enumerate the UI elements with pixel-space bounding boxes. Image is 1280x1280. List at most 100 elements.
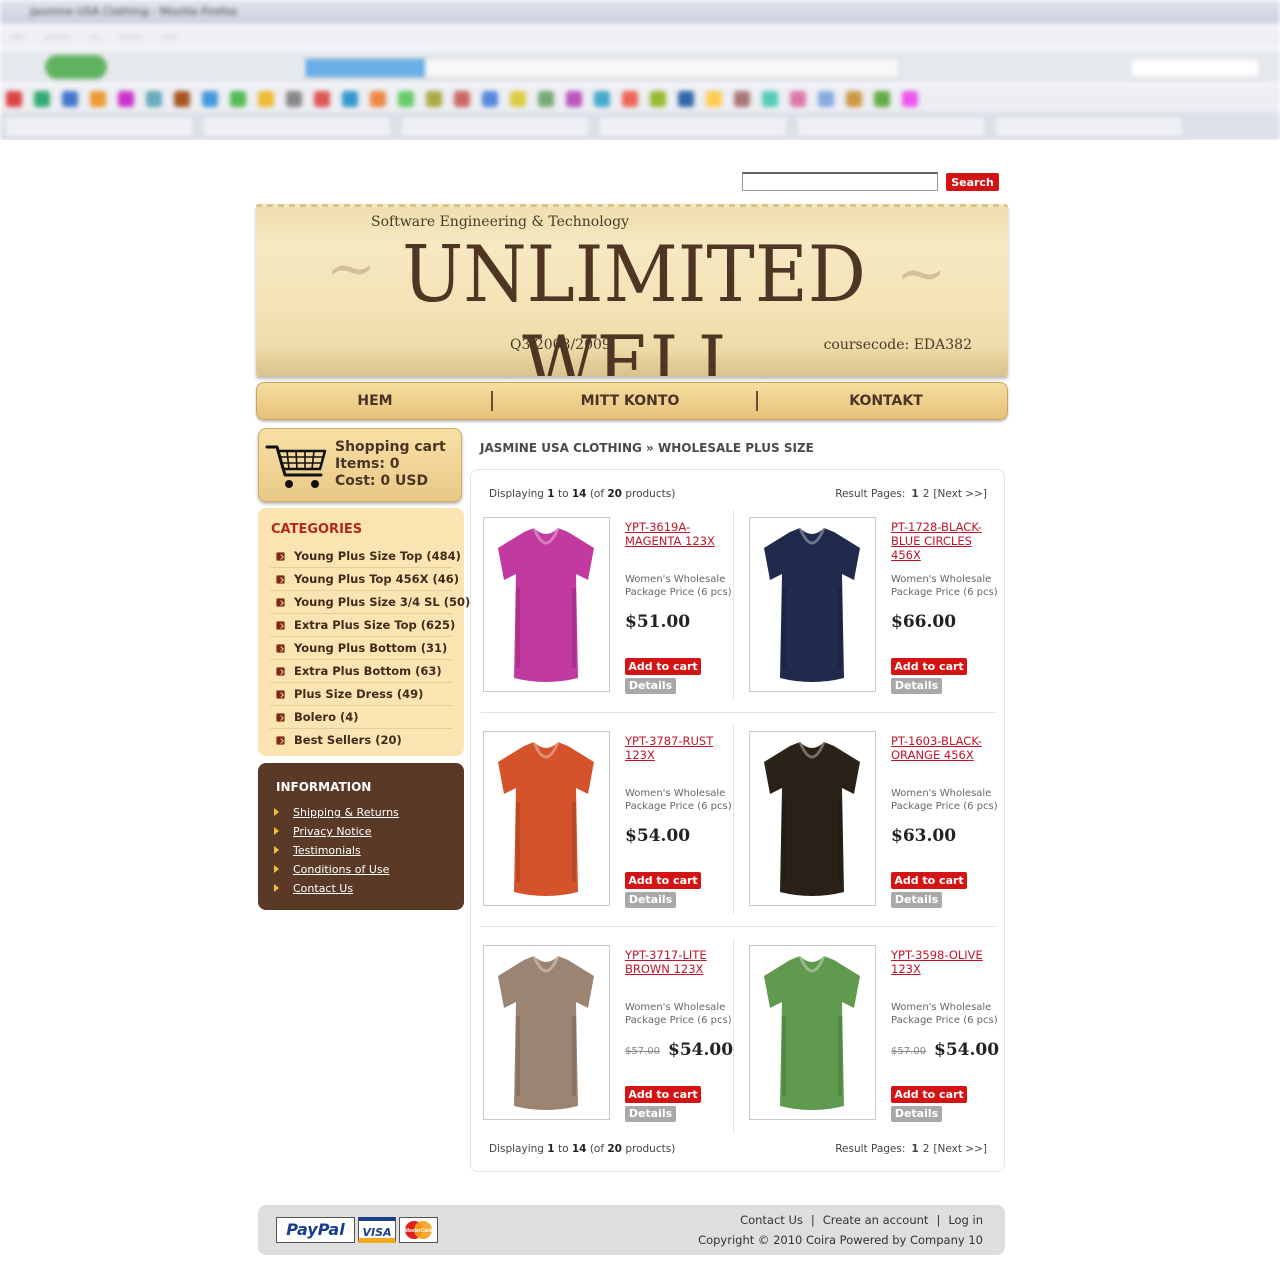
site-search: Search (742, 172, 1004, 192)
arrow-right-icon (274, 846, 279, 854)
visa-logo: VISA (358, 1217, 396, 1243)
link-contact-us[interactable]: Contact Us (293, 882, 353, 895)
browser-nav-bar (0, 50, 1280, 84)
product-price: $54.00 (625, 826, 691, 846)
category-item[interactable]: Bolero (4) (270, 706, 452, 729)
categories-box: CATEGORIES Young Plus Size Top (484) You… (258, 508, 470, 756)
category-item[interactable]: Extra Plus Bottom (63) (270, 660, 452, 683)
category-item[interactable]: Young Plus Top 456X (46) (270, 568, 459, 591)
category-label[interactable]: Young Plus Bottom (31) (294, 641, 447, 655)
product-description: Women's Wholesale Package Price (6 pcs) (625, 1002, 732, 1026)
product-image[interactable] (483, 945, 610, 1120)
product-old-price: $57.00 (891, 1046, 926, 1057)
arrow-right-icon (274, 827, 279, 835)
banner-course-code: coursecode: EDA382 (823, 337, 972, 353)
product-name-link[interactable]: PT-1728-BLACK-BLUE CIRCLES 456X (891, 520, 1001, 562)
nav-item-kontakt[interactable]: KONTAKT (777, 393, 995, 409)
category-item[interactable]: Young Plus Size 3/4 SL (50) (270, 591, 470, 614)
arrow-right-icon (274, 865, 279, 873)
row-divider (481, 926, 996, 927)
category-item[interactable]: Plus Size Dress (49) (270, 683, 452, 706)
product-image[interactable] (483, 731, 610, 906)
product-card: YPT-3787-RUST 123X Women's Wholesale Pac… (483, 731, 735, 908)
back-button[interactable] (45, 55, 107, 79)
product-name-link[interactable]: YPT-3717-LITE BROWN 123X (625, 948, 735, 976)
details-button[interactable]: Details (891, 678, 942, 694)
products-panel: Displaying 1 to 14 (of 20 products) Resu… (470, 469, 1005, 1172)
add-to-cart-button[interactable]: Add to cart (625, 658, 701, 675)
details-button[interactable]: Details (891, 892, 942, 908)
category-label[interactable]: Bolero (4) (294, 710, 359, 724)
bullet-icon (276, 575, 285, 584)
category-label[interactable]: Extra Plus Bottom (63) (294, 664, 442, 678)
category-item[interactable]: Young Plus Size Top (484) (270, 545, 461, 568)
category-label[interactable]: Extra Plus Size Top (625) (294, 618, 455, 632)
next-page-link[interactable]: [Next >>] (933, 488, 987, 500)
mastercard-logo: MasterCard (399, 1217, 438, 1243)
link-shipping-returns[interactable]: Shipping & Returns (293, 806, 399, 819)
add-to-cart-button[interactable]: Add to cart (625, 872, 701, 889)
paypal-logo: PayPal (276, 1217, 355, 1243)
details-button[interactable]: Details (625, 892, 676, 908)
shopping-cart-box[interactable]: Shopping cart Items: 0 Cost: 0 USD (258, 428, 462, 502)
category-item[interactable]: Best Sellers (20) (270, 729, 452, 752)
footer-link-log-in[interactable]: Log in (948, 1213, 983, 1227)
browser-tab[interactable] (400, 116, 590, 138)
browser-tab[interactable] (202, 116, 392, 138)
category-label[interactable]: Young Plus Size 3/4 SL (50) (294, 595, 470, 609)
garment-body (764, 742, 860, 896)
product-image[interactable] (749, 731, 876, 906)
product-name-link[interactable]: YPT-3787-RUST 123X (625, 734, 735, 762)
product-price: $54.00 (934, 1040, 1000, 1060)
garment-black-blue-circles-top (764, 527, 860, 682)
product-old-price: $57.00 (625, 1046, 660, 1057)
garment-body (498, 742, 594, 896)
next-page-link[interactable]: [Next >>] (933, 1143, 987, 1155)
category-label[interactable]: Best Sellers (20) (294, 733, 402, 747)
browser-tab[interactable] (994, 116, 1184, 138)
category-label[interactable]: Young Plus Top 456X (46) (294, 572, 459, 586)
link-conditions-of-use[interactable]: Conditions of Use (293, 863, 389, 876)
information-box: INFORMATION Shipping & Returns Privacy N… (258, 763, 464, 910)
add-to-cart-button[interactable]: Add to cart (625, 1086, 701, 1103)
product-price: $66.00 (891, 612, 957, 632)
nav-item-hem[interactable]: HEM (287, 393, 463, 409)
page-2-link[interactable]: 2 (923, 488, 930, 500)
category-label[interactable]: Plus Size Dress (49) (294, 687, 423, 701)
bullet-icon (276, 644, 285, 653)
browser-menu-bar: ···· ······· ··· ······· ···· (0, 26, 1280, 48)
add-to-cart-button[interactable]: Add to cart (891, 658, 967, 675)
details-button[interactable]: Details (891, 1106, 942, 1122)
add-to-cart-button[interactable]: Add to cart (891, 872, 967, 889)
details-button[interactable]: Details (625, 678, 676, 694)
product-name-link[interactable]: PT-1603-BLACK-ORANGE 456X (891, 734, 1001, 762)
product-image[interactable] (483, 517, 610, 692)
garment-body (498, 528, 594, 682)
browser-tab[interactable] (796, 116, 986, 138)
product-card: PT-1603-BLACK-ORANGE 456X Women's Wholes… (749, 731, 1001, 908)
product-image[interactable] (749, 517, 876, 692)
search-input[interactable] (742, 172, 938, 191)
arrow-right-icon (274, 884, 279, 892)
link-privacy-notice[interactable]: Privacy Notice (293, 825, 371, 838)
link-testimonials[interactable]: Testimonials (293, 844, 361, 857)
details-button[interactable]: Details (625, 1106, 676, 1122)
product-name-link[interactable]: YPT-3619A-MAGENTA 123X (625, 520, 735, 548)
browser-search-box[interactable] (1130, 58, 1260, 78)
page-2-link[interactable]: 2 (923, 1143, 930, 1155)
product-image[interactable] (749, 945, 876, 1120)
search-button[interactable]: Search (946, 173, 999, 191)
bullet-icon (276, 621, 285, 630)
browser-tab[interactable] (4, 116, 194, 138)
add-to-cart-button[interactable]: Add to cart (891, 1086, 967, 1103)
category-item[interactable]: Extra Plus Size Top (625) (270, 614, 455, 637)
footer-link-create-account[interactable]: Create an account (823, 1213, 929, 1227)
footer-link-contact-us[interactable]: Contact Us (740, 1213, 803, 1227)
category-item[interactable]: Young Plus Bottom (31) (270, 637, 452, 660)
page-1[interactable]: 1 (911, 1143, 918, 1155)
nav-item-mitt-konto[interactable]: MITT KONTO (513, 393, 747, 409)
product-name-link[interactable]: YPT-3598-OLIVE 123X (891, 948, 1001, 976)
page-1[interactable]: 1 (911, 488, 918, 500)
browser-tab[interactable] (598, 116, 788, 138)
category-label[interactable]: Young Plus Size Top (484) (294, 549, 461, 563)
